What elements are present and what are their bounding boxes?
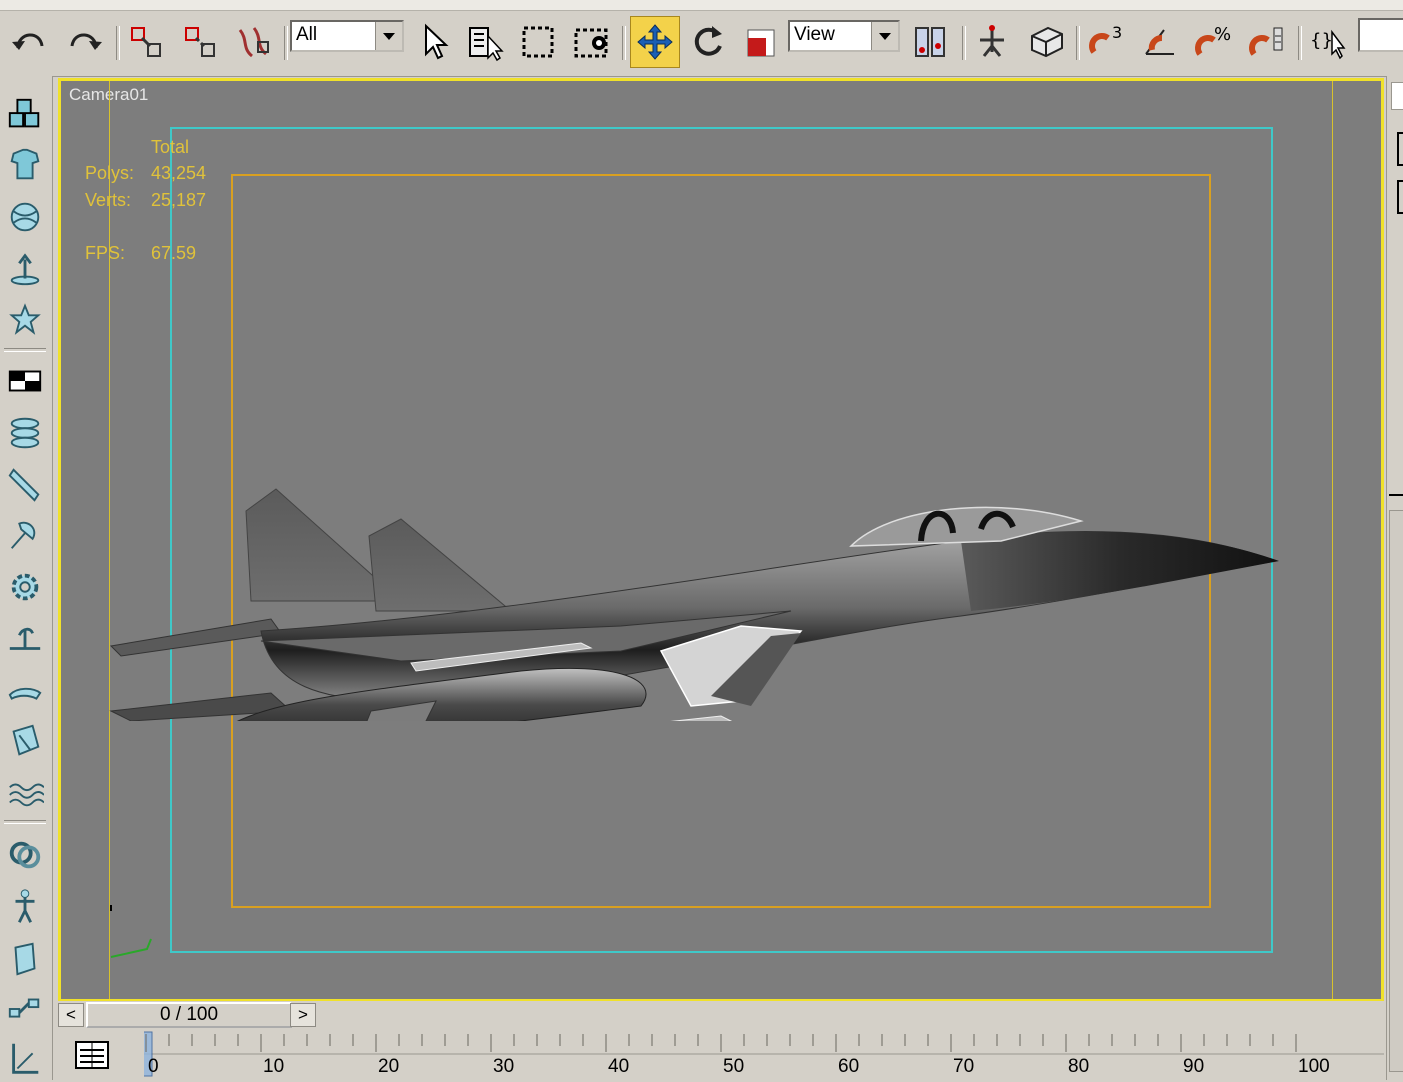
panel-separator xyxy=(4,820,46,824)
command-panel-field[interactable] xyxy=(1397,180,1403,214)
biped-icon[interactable] xyxy=(2,884,48,930)
svg-text:%: % xyxy=(1214,24,1231,45)
undo-icon[interactable] xyxy=(8,16,52,68)
trackbar-tick-label: 70 xyxy=(953,1056,974,1077)
trackbar-tick-label: 90 xyxy=(1183,1056,1204,1077)
left-tab-panel xyxy=(0,76,53,1080)
select-and-scale-icon[interactable] xyxy=(740,16,784,68)
bind-to-space-warp-icon[interactable] xyxy=(232,16,276,68)
trackbar-tick-label: 80 xyxy=(1068,1056,1089,1077)
select-and-manipulate-icon[interactable] xyxy=(970,16,1014,68)
select-by-name-icon[interactable] xyxy=(464,16,508,68)
command-panel-scroll[interactable] xyxy=(1389,510,1403,1072)
particles-icon[interactable] xyxy=(2,410,48,456)
time-slider-thumb[interactable]: 0 / 100 xyxy=(86,1002,292,1028)
command-panel-edge[interactable] xyxy=(1386,76,1403,1080)
camera-viewport[interactable]: Camera01 Total Polys: 43,254 Verts: 25,1… xyxy=(58,78,1384,1002)
trackbar-tick-label: 20 xyxy=(378,1056,399,1077)
trackbar[interactable]: 0 10 20 30 40 50 60 70 80 90 100 xyxy=(58,1030,1384,1080)
angle-snap-icon[interactable] xyxy=(1138,16,1182,68)
main-toolbar: All View 3 % {} xyxy=(0,0,1403,77)
cameras-icon[interactable] xyxy=(2,246,48,292)
waves-icon[interactable] xyxy=(2,770,48,816)
command-panel-tab[interactable] xyxy=(1391,82,1403,110)
toolbar-separator xyxy=(284,26,288,60)
axis-tripod-icon xyxy=(110,905,152,958)
toolbar-separator xyxy=(116,26,120,60)
systems-icon[interactable] xyxy=(2,832,48,878)
stats-verts-value: 25,187 xyxy=(151,190,207,210)
jet-fighter-model[interactable] xyxy=(101,401,1341,721)
reference-coordinate-value: View xyxy=(794,24,835,45)
reference-coordinate-dropdown[interactable]: View xyxy=(788,20,900,52)
trackbar-tick-label: 60 xyxy=(838,1056,859,1077)
keyboard-shortcut-override-icon[interactable] xyxy=(1024,16,1068,68)
previous-frame-button[interactable]: < xyxy=(58,1003,84,1027)
stats-verts-label: Verts: xyxy=(85,190,132,210)
snaps-dimension-label: 3 xyxy=(1112,23,1122,42)
shapes-icon[interactable] xyxy=(2,142,48,188)
trackbar-tick-label: 30 xyxy=(493,1056,514,1077)
trackbar-tick-label: 100 xyxy=(1298,1056,1330,1077)
compounds-icon[interactable] xyxy=(2,358,48,404)
percent-snap-icon[interactable]: % xyxy=(1192,16,1236,68)
ik-icon[interactable] xyxy=(2,1036,48,1082)
panel-divider xyxy=(1389,494,1403,496)
rectangular-selection-region-icon[interactable] xyxy=(516,16,560,68)
curve-editor-icon[interactable] xyxy=(72,1038,112,1074)
trackbar-tick-label: 10 xyxy=(263,1056,284,1077)
stats-fps-label: FPS: xyxy=(85,243,126,263)
select-and-rotate-icon[interactable] xyxy=(686,16,730,68)
select-and-move-icon[interactable] xyxy=(630,16,680,68)
window-crossing-icon[interactable] xyxy=(570,16,614,68)
edit-named-selection-icon[interactable]: {} xyxy=(1304,16,1348,68)
chevron-down-icon[interactable] xyxy=(871,22,898,50)
space-warp-icon[interactable] xyxy=(2,718,48,764)
menu-bar-edge xyxy=(0,0,1403,11)
trackbar-tick-label: 40 xyxy=(608,1056,629,1077)
trackbar-scale[interactable]: 0 10 20 30 40 50 60 70 80 90 100 xyxy=(144,1030,1384,1080)
select-and-link-icon[interactable] xyxy=(124,16,168,68)
stats-fps-value: 67.59 xyxy=(151,243,197,263)
dynamics-icon[interactable] xyxy=(2,564,48,610)
lights-icon-2[interactable] xyxy=(2,668,48,714)
select-object-icon[interactable] xyxy=(412,16,456,68)
snaps-toggle-icon[interactable]: 3 xyxy=(1084,16,1128,68)
patch-grids-icon[interactable] xyxy=(2,462,48,508)
shapes-modeling-icon[interactable] xyxy=(2,616,48,662)
create-objects-icon[interactable] xyxy=(2,92,48,138)
panel-separator xyxy=(4,348,46,352)
svg-text:{}: {} xyxy=(1310,30,1333,51)
redo-icon[interactable] xyxy=(62,16,106,68)
time-slider[interactable]: < 0 / 100 > xyxy=(58,1001,1384,1029)
command-panel-field[interactable] xyxy=(1397,132,1403,166)
toolbar-separator xyxy=(962,26,966,60)
bones-icon[interactable] xyxy=(2,986,48,1032)
lights-icon[interactable] xyxy=(2,194,48,240)
use-pivot-center-icon[interactable] xyxy=(908,16,952,68)
trackbar-tick-label: 50 xyxy=(723,1056,744,1077)
nurbs-icon[interactable] xyxy=(2,512,48,558)
selection-filter-dropdown[interactable]: All xyxy=(290,20,404,52)
named-selection-set-field[interactable] xyxy=(1358,18,1403,52)
chevron-down-icon[interactable] xyxy=(375,22,402,50)
spinner-snap-icon[interactable] xyxy=(1246,16,1290,68)
toolbar-separator xyxy=(1298,26,1302,60)
reactor-icon[interactable] xyxy=(2,936,48,982)
unlink-selection-icon[interactable] xyxy=(178,16,222,68)
trackbar-tick-label: 0 xyxy=(148,1056,159,1077)
selection-filter-value: All xyxy=(296,24,318,45)
helpers-icon[interactable] xyxy=(2,298,48,344)
toolbar-separator xyxy=(1076,26,1080,60)
next-frame-button[interactable]: > xyxy=(290,1003,316,1027)
stats-header: Total xyxy=(151,137,190,157)
stats-polys-label: Polys: xyxy=(85,163,135,183)
toolbar-separator xyxy=(622,26,626,60)
stats-polys-value: 43,254 xyxy=(151,163,207,183)
